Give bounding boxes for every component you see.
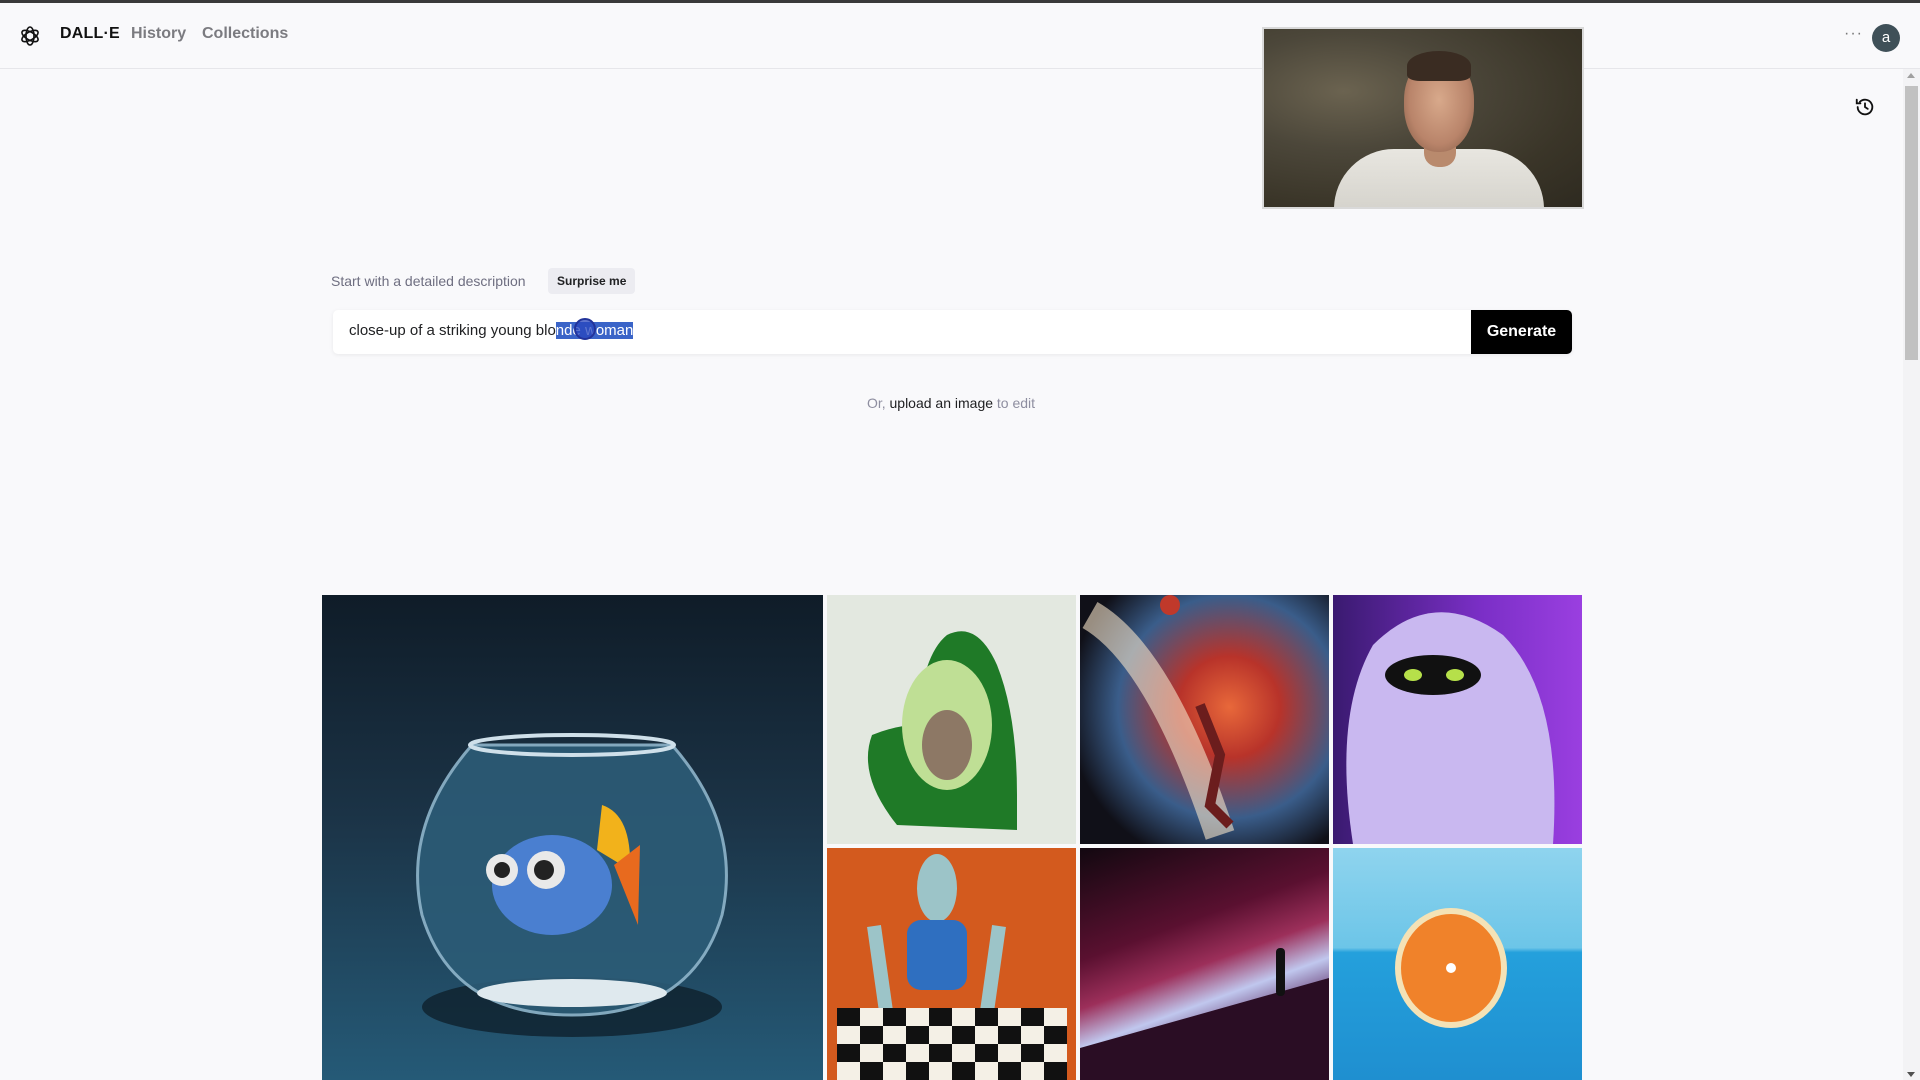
prompt-input[interactable]: close-up of a striking young blonde woma… (333, 310, 1572, 354)
gallery-image-avocado-chair[interactable] (827, 595, 1076, 844)
upload-suffix: to edit (993, 395, 1036, 411)
half-orange-illustration (1395, 908, 1507, 1028)
prompt-text-unselected: close-up of a striking young blo (349, 322, 556, 339)
history-clock-icon[interactable] (1854, 96, 1876, 118)
prompt-label: Start with a detailed description (331, 273, 526, 289)
upload-prefix: Or, (866, 395, 890, 411)
fishbowl-illustration (416, 733, 728, 1037)
gallery-image-purple-monster[interactable] (1333, 595, 1582, 844)
nav-history[interactable]: History (131, 25, 186, 43)
webcam-overlay (1262, 27, 1584, 209)
gallery-image-cosmic-dunk[interactable] (1080, 595, 1329, 844)
more-options-button[interactable]: ··· (1844, 25, 1863, 43)
gallery-image-fishbowl[interactable] (322, 595, 823, 1080)
scroll-up-arrow-icon[interactable] (1907, 73, 1915, 78)
top-nav-bar: DALL·E History Collections ··· a (0, 3, 1920, 69)
surprise-me-button[interactable]: Surprise me (548, 268, 636, 294)
avocado-chair-illustration (867, 631, 1017, 830)
scroll-down-arrow-icon[interactable] (1907, 1072, 1915, 1077)
generate-button[interactable]: Generate (1471, 310, 1572, 354)
upload-image-link[interactable]: upload an image (890, 395, 994, 411)
presenter-hair (1407, 51, 1471, 81)
gallery-image-half-orange[interactable] (1333, 848, 1582, 1080)
purple-monster-illustration (1346, 612, 1555, 844)
user-avatar[interactable]: a (1872, 24, 1900, 52)
openai-logo-icon[interactable] (18, 24, 42, 48)
upload-hint: Or, upload an image to edit (0, 395, 1902, 411)
gallery-image-robot-chess[interactable] (827, 848, 1076, 1080)
cosmic-dunk-illustration (1082, 595, 1235, 840)
mouse-cursor-indicator (574, 318, 596, 340)
robot-chess-illustration (837, 854, 1067, 1080)
nav-collections[interactable]: Collections (202, 25, 288, 43)
dune-figure-illustration (1080, 948, 1329, 1080)
gallery-image-dune-figure[interactable] (1080, 848, 1329, 1080)
scrollbar-thumb[interactable] (1905, 86, 1918, 360)
brand-title[interactable]: DALL·E (60, 25, 120, 43)
